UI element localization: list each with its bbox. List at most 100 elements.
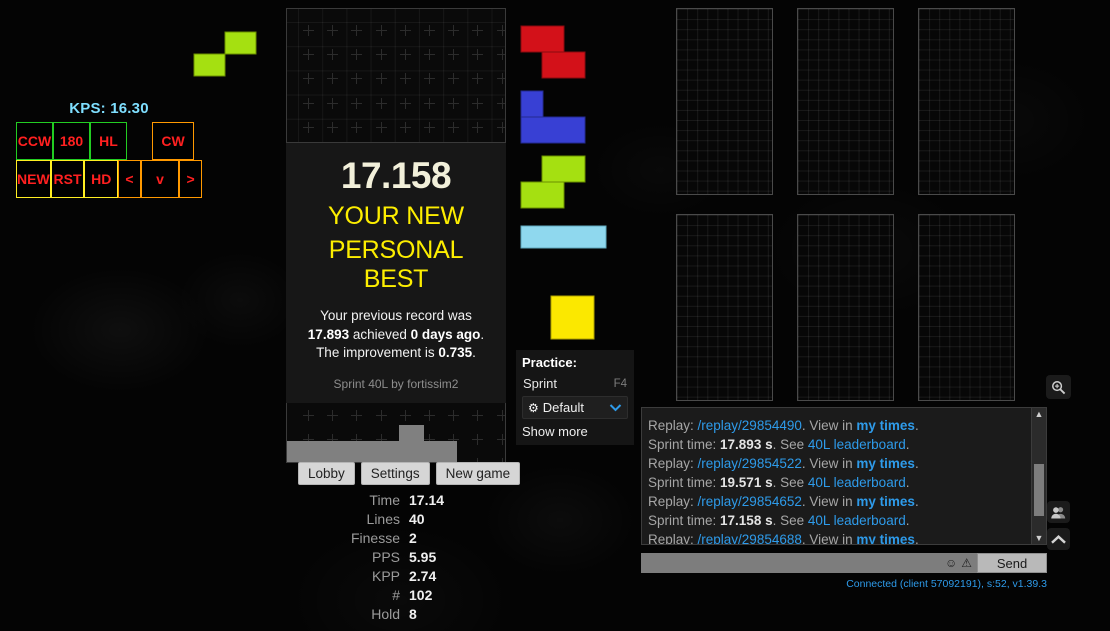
my-times-link[interactable]: my times [856, 532, 915, 544]
key-hd[interactable]: HD [84, 160, 119, 198]
grid-cross [351, 49, 363, 61]
stat-row: Lines 40 [300, 511, 480, 528]
chat-suffix: . [914, 494, 919, 509]
grid-cross [496, 25, 505, 36]
leaderboard-link[interactable]: 40L leaderboard [808, 475, 906, 490]
connection-status: Connected (client 57092191), s:52, v1.39… [846, 578, 1047, 590]
replay-link[interactable]: /replay/29854652 [698, 494, 802, 509]
opponent-board[interactable] [797, 214, 894, 401]
grid-cross [399, 97, 411, 109]
chat-prefix: Sprint time: [648, 513, 721, 528]
playfield-top[interactable] [286, 8, 506, 143]
queue-piece-s [520, 155, 586, 209]
key-row-actions: NEW RST HD < v > [16, 160, 202, 198]
settings-button[interactable]: Settings [360, 462, 430, 485]
stat-label: Time [369, 492, 400, 508]
grid-cross [424, 49, 435, 61]
grid-cross [303, 97, 314, 109]
grid-cross [399, 49, 411, 61]
stat-value: 8 [409, 606, 417, 622]
queue-piece-o [550, 295, 595, 340]
grid-cross [472, 25, 484, 36]
warning-icon[interactable]: ⚠ [961, 556, 972, 570]
opponent-board[interactable] [676, 214, 773, 401]
improvement-value: 0.735 [438, 344, 473, 360]
grid-cross [472, 410, 484, 421]
key-ccw[interactable]: CCW [16, 122, 53, 160]
practice-mode-row[interactable]: Sprint F4 [522, 374, 628, 393]
key-down[interactable]: v [140, 160, 180, 198]
grid-cross [424, 25, 435, 36]
leaderboard-link[interactable]: 40L leaderboard [808, 513, 906, 528]
grid-cross [351, 121, 363, 133]
stat-value: 40 [409, 511, 425, 527]
scroll-up-arrow[interactable]: ▲ [1035, 408, 1044, 420]
grid-cross [351, 410, 363, 421]
chat-log[interactable]: Sprint time: 19.571 s. See 40L leaderboa… [641, 407, 1047, 545]
chat-line: Sprint time: 17.893 s. See 40L leaderboa… [648, 435, 1040, 454]
new-game-button[interactable]: New game [435, 462, 521, 485]
my-times-link[interactable]: my times [856, 418, 915, 433]
grid-cross [303, 49, 314, 61]
grid-cross [303, 73, 314, 85]
key-new[interactable]: NEW [16, 160, 51, 198]
queue-piece-i [520, 225, 607, 249]
practice-preset-select[interactable]: ⚙ Default [522, 396, 628, 419]
show-more-link[interactable]: Show more [522, 422, 628, 439]
stat-value: 2 [409, 530, 417, 546]
opponent-board[interactable] [676, 8, 773, 195]
scroll-down-arrow[interactable]: ▼ [1035, 532, 1044, 544]
lobby-button[interactable]: Lobby [298, 462, 355, 485]
stat-label: KPP [371, 568, 400, 584]
chat-line: Sprint time: 19.571 s. See 40L leaderboa… [648, 473, 1040, 492]
gear-icon: ⚙ [528, 401, 539, 415]
improvement-suffix: . [472, 344, 476, 360]
leaderboard-link[interactable]: 40L leaderboard [808, 437, 906, 452]
key-180[interactable]: 180 [53, 122, 90, 160]
chat-line: Replay: /replay/29854522. View in my tim… [648, 454, 1040, 473]
result-panel: 17.158 YOUR NEW PERSONAL BEST Your previ… [286, 143, 506, 403]
grid-cross [448, 410, 460, 421]
held-piece [193, 31, 257, 82]
send-button[interactable]: Send [977, 553, 1047, 573]
key-cw[interactable]: CW [152, 122, 194, 160]
grid-cross [472, 73, 484, 85]
stat-row: PPS 5.95 [300, 549, 480, 566]
grid-cross [472, 49, 484, 61]
zoom-in-icon[interactable] [1046, 375, 1071, 399]
key-left[interactable]: < [118, 160, 141, 198]
my-times-link[interactable]: my times [856, 494, 915, 509]
opponent-board[interactable] [918, 8, 1015, 195]
result-headline-2: PERSONAL BEST [328, 236, 464, 293]
replay-link[interactable]: /replay/29854688 [698, 532, 802, 544]
chat-suffix: . [914, 418, 919, 433]
key-right[interactable]: > [179, 160, 202, 198]
garbage-stack-bump [399, 425, 424, 443]
stat-label: PPS [371, 549, 400, 565]
playfield-bottom[interactable] [286, 403, 506, 463]
replay-link[interactable]: /replay/29854522 [698, 456, 802, 471]
key-hl[interactable]: HL [90, 122, 127, 160]
grid-cross [399, 73, 411, 85]
emoji-icon[interactable]: ☺ [945, 556, 957, 570]
replay-link[interactable]: /replay/29854490 [698, 418, 802, 433]
chevron-up-icon[interactable] [1047, 528, 1070, 550]
my-times-link[interactable]: my times [856, 456, 915, 471]
grid-cross [399, 121, 411, 133]
practice-title: Practice: [522, 355, 577, 370]
chat-prefix: Replay: [648, 494, 698, 509]
chat-scrollbar[interactable]: ▲ ▼ [1031, 407, 1047, 545]
key-spacer [127, 122, 152, 160]
achieved-value: 0 days ago [410, 326, 481, 342]
prev-record-prefix: Your previous record was [320, 308, 472, 324]
grid-cross [327, 97, 339, 109]
people-icon[interactable] [1047, 501, 1070, 523]
previous-record-text: Your previous record was 17.893 achieved… [296, 307, 496, 362]
grid-cross [327, 410, 339, 421]
scrollbar-thumb[interactable] [1034, 464, 1044, 516]
opponent-board[interactable] [797, 8, 894, 195]
key-rst[interactable]: RST [50, 160, 85, 198]
chat-input[interactable]: ☺ ⚠ [641, 553, 977, 573]
opponent-board[interactable] [918, 214, 1015, 401]
grid-cross [375, 410, 387, 421]
